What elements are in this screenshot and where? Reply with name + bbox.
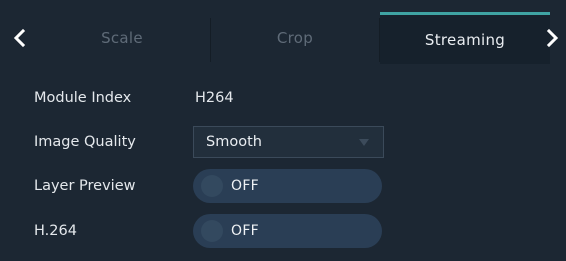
tab-streaming[interactable]: Streaming: [380, 12, 550, 64]
chevron-right-icon[interactable]: [538, 12, 566, 64]
layer-preview-state: OFF: [231, 178, 260, 194]
h264-label: H.264: [34, 223, 77, 239]
tab-bar: Scale Crop Streaming: [0, 12, 566, 64]
image-quality-select[interactable]: Smooth: [193, 126, 384, 158]
toggle-knob: [201, 220, 223, 242]
tab-scale[interactable]: Scale: [34, 12, 210, 64]
toggle-knob: [201, 175, 223, 197]
streaming-settings-panel: Scale Crop Streaming Module Index H264 I…: [0, 0, 566, 261]
tab-scale-label: Scale: [101, 29, 143, 47]
tab-streaming-label: Streaming: [424, 30, 506, 49]
tab-crop-label: Crop: [276, 29, 314, 47]
module-index-row: Module Index H264: [0, 80, 566, 116]
h264-toggle[interactable]: OFF: [193, 214, 382, 248]
layer-preview-toggle[interactable]: OFF: [193, 169, 382, 203]
chevron-left-icon[interactable]: [6, 12, 34, 64]
layer-preview-row: Layer Preview OFF: [0, 168, 566, 204]
image-quality-label: Image Quality: [34, 134, 136, 150]
layer-preview-label: Layer Preview: [34, 178, 136, 194]
h264-row: H.264 OFF: [0, 213, 566, 249]
image-quality-selected: Smooth: [206, 134, 262, 150]
tab-crop[interactable]: Crop: [211, 12, 379, 64]
module-index-value: H264: [195, 90, 234, 106]
dropdown-caret-icon: [359, 139, 369, 146]
module-index-label: Module Index: [34, 90, 132, 106]
settings-form: Module Index H264 Image Quality Smooth L…: [0, 70, 566, 261]
image-quality-row: Image Quality Smooth: [0, 124, 566, 160]
h264-state: OFF: [231, 223, 260, 239]
